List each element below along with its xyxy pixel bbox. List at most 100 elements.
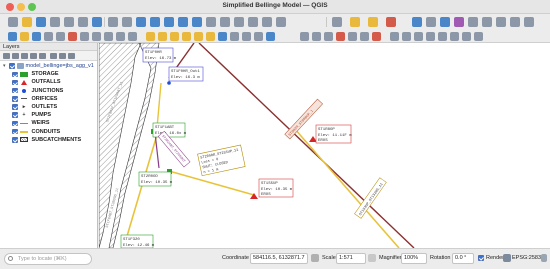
add-ring-icon[interactable] bbox=[414, 32, 423, 41]
crs-globe-icon[interactable] bbox=[503, 254, 511, 262]
layer-visibility-checkbox[interactable] bbox=[12, 87, 18, 94]
gear-icon[interactable] bbox=[426, 17, 436, 27]
identify-features-icon[interactable] bbox=[332, 17, 342, 27]
open-layer-styling-icon[interactable] bbox=[3, 53, 10, 59]
advanced-digitizing-icon[interactable] bbox=[300, 32, 309, 41]
lock-scale-icon[interactable] bbox=[368, 254, 376, 262]
cut-features-icon[interactable] bbox=[80, 32, 89, 41]
refresh-icon[interactable] bbox=[276, 17, 286, 27]
zoom-next-icon[interactable] bbox=[234, 17, 244, 27]
tracing-icon[interactable] bbox=[324, 32, 333, 41]
edit-pencil-icon[interactable] bbox=[20, 32, 29, 41]
magnifier-field[interactable]: 100% bbox=[401, 253, 427, 264]
layer-item-storage[interactable]: STORAGE bbox=[0, 70, 97, 78]
label-tool-icon[interactable] bbox=[146, 32, 155, 41]
expand-all-icon[interactable] bbox=[50, 53, 57, 59]
manage-themes-icon[interactable] bbox=[21, 53, 28, 59]
layer-visibility-checkbox[interactable] bbox=[12, 112, 18, 118]
layer-item-conduits[interactable]: CONDUITS bbox=[0, 128, 97, 136]
info-icon[interactable] bbox=[412, 17, 422, 27]
layer-visibility-checkbox[interactable] bbox=[12, 137, 18, 143]
pan-to-selection-icon[interactable] bbox=[122, 17, 132, 27]
redo-icon[interactable] bbox=[128, 32, 137, 41]
scale-field[interactable]: 1:571 bbox=[336, 253, 366, 264]
layer-item-subcatchments[interactable]: SUBCATCHMENTS bbox=[0, 136, 97, 144]
select-features-icon[interactable] bbox=[350, 17, 360, 27]
filter-expression-icon[interactable] bbox=[39, 53, 46, 59]
undo-icon[interactable] bbox=[116, 32, 125, 41]
layer-visibility-checkbox[interactable] bbox=[12, 79, 18, 86]
add-group-icon[interactable] bbox=[12, 53, 19, 59]
open-project-icon[interactable] bbox=[22, 17, 32, 27]
collapse-all-icon[interactable] bbox=[59, 53, 66, 59]
layer-group[interactable]: ▾ model_bellinge=jbs_agg_v1 bbox=[0, 62, 97, 70]
zoom-native-icon[interactable] bbox=[206, 17, 216, 27]
offset-curve-icon[interactable] bbox=[402, 32, 411, 41]
new-map-view-icon[interactable] bbox=[248, 17, 258, 27]
sigma-icon[interactable] bbox=[468, 17, 478, 27]
simplify-icon[interactable] bbox=[390, 32, 399, 41]
layer-visibility-checkbox[interactable] bbox=[12, 104, 18, 110]
messages-icon[interactable] bbox=[541, 254, 547, 262]
layer-item-weirs[interactable]: WEIRS bbox=[0, 119, 97, 127]
crs-label[interactable]: EPSG:25832 bbox=[512, 255, 544, 261]
move-label-icon[interactable] bbox=[182, 32, 191, 41]
add-feature-icon[interactable] bbox=[44, 32, 53, 41]
layer-visibility-checkbox[interactable] bbox=[12, 71, 18, 78]
digitize-icon[interactable] bbox=[8, 32, 17, 41]
open-field-calculator-icon[interactable] bbox=[482, 17, 492, 27]
python-console-icon[interactable] bbox=[266, 32, 275, 41]
delete-part-icon[interactable] bbox=[450, 32, 459, 41]
layer-item-outlets[interactable]: ▸ OUTLETS bbox=[0, 103, 97, 111]
database-icon[interactable] bbox=[254, 32, 263, 41]
layer-visibility-checkbox[interactable] bbox=[12, 96, 18, 102]
show-map-tips-icon[interactable] bbox=[496, 17, 506, 27]
merge-features-icon[interactable] bbox=[348, 32, 357, 41]
zoom-full-icon[interactable] bbox=[164, 17, 174, 27]
coordinate-field[interactable]: 584116.5, 6132871.7 bbox=[250, 253, 308, 264]
show-labels-icon[interactable] bbox=[170, 32, 179, 41]
diagram-icon[interactable] bbox=[218, 32, 227, 41]
zoom-to-layer-icon[interactable] bbox=[192, 17, 202, 27]
rotate-label-icon[interactable] bbox=[194, 32, 203, 41]
delete-selected-icon[interactable] bbox=[68, 32, 77, 41]
locator-search-input[interactable]: Type to locate (⌘K) bbox=[4, 253, 92, 265]
snapping-icon[interactable] bbox=[312, 32, 321, 41]
layer-item-pumps[interactable]: + PUMPS bbox=[0, 111, 97, 119]
text-annotation-icon[interactable] bbox=[510, 17, 520, 27]
save-edits-icon[interactable] bbox=[32, 32, 41, 41]
zoom-to-selection-icon[interactable] bbox=[178, 17, 188, 27]
measure-icon[interactable] bbox=[386, 17, 396, 27]
rotation-field[interactable]: 0.0 ° bbox=[452, 253, 474, 264]
calculator-icon[interactable] bbox=[440, 17, 450, 27]
save-project-icon[interactable] bbox=[36, 17, 46, 27]
change-label-icon[interactable] bbox=[206, 32, 215, 41]
group-visibility-checkbox[interactable] bbox=[9, 63, 15, 69]
rotate-feature-icon[interactable] bbox=[372, 32, 381, 41]
layer-visibility-checkbox[interactable] bbox=[12, 128, 18, 135]
copy-features-icon[interactable] bbox=[92, 32, 101, 41]
remove-layer-icon[interactable] bbox=[68, 53, 75, 59]
zoom-last-icon[interactable] bbox=[220, 17, 230, 27]
split-features-icon[interactable] bbox=[336, 32, 345, 41]
layer-item-outfalls[interactable]: OUTFALLS bbox=[0, 78, 97, 86]
new-project-icon[interactable] bbox=[8, 17, 18, 27]
delete-ring-icon[interactable] bbox=[438, 32, 447, 41]
map-canvas[interactable]: ST1F0HR Elev: 16.73 m ST1F0HR_Out1 Elev:… bbox=[99, 43, 550, 248]
toggle-extents-icon[interactable] bbox=[311, 254, 319, 262]
reverse-line-icon[interactable] bbox=[462, 32, 471, 41]
reshape-icon[interactable] bbox=[360, 32, 369, 41]
paste-features-icon[interactable] bbox=[104, 32, 113, 41]
render-checkbox[interactable] bbox=[478, 255, 484, 261]
filter-legend-icon[interactable] bbox=[30, 53, 37, 59]
layer-properties-icon[interactable] bbox=[242, 32, 251, 41]
style-manager-icon[interactable] bbox=[92, 17, 102, 27]
trim-extend-icon[interactable] bbox=[474, 32, 483, 41]
zoom-in-icon[interactable] bbox=[136, 17, 146, 27]
more-tools-icon[interactable] bbox=[524, 17, 534, 27]
save-as-icon[interactable] bbox=[50, 17, 60, 27]
map-drawing[interactable]: ST1F0HR Elev: 16.73 m ST1F0HR_Out1 Elev:… bbox=[99, 43, 550, 248]
layer-item-orifices[interactable]: ORIFICES bbox=[0, 95, 97, 103]
layout-manager-icon[interactable] bbox=[78, 17, 88, 27]
text-tool-icon[interactable] bbox=[230, 32, 239, 41]
